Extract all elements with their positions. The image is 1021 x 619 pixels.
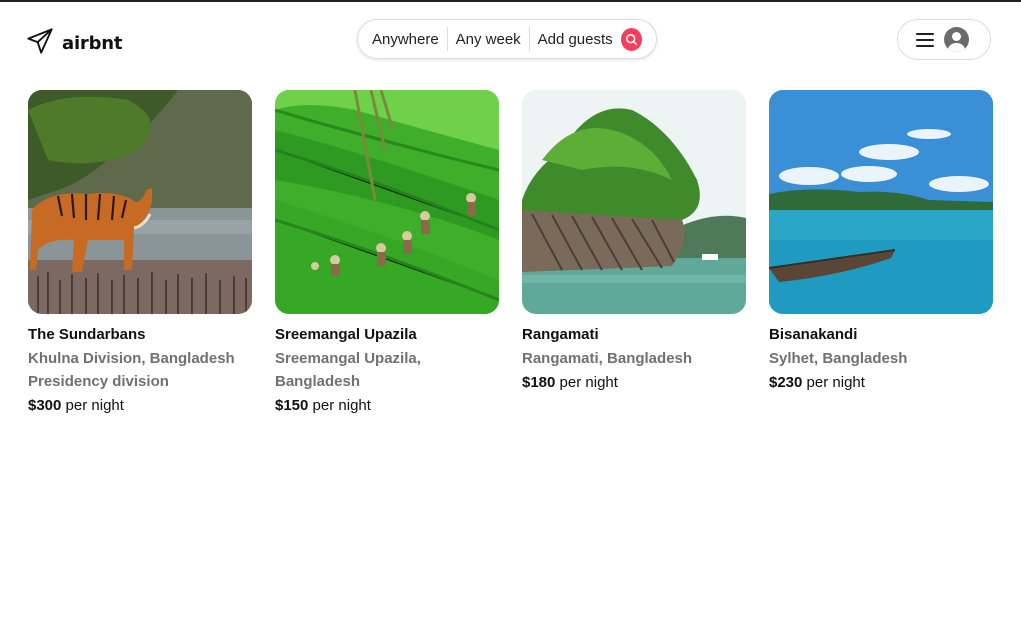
listing-location: Sreemangal Upazila, Bangladesh — [275, 350, 421, 390]
search-bar[interactable]: Anywhere Any week Add guests — [357, 19, 657, 59]
search-location[interactable]: Anywhere — [372, 31, 439, 48]
search-dates[interactable]: Any week — [456, 31, 521, 48]
listing-grid: The Sundarbans Khulna Division, Banglade… — [28, 90, 993, 416]
listing-card[interactable]: Bisanakandi Sylhet, Bangladesh $230 per … — [769, 90, 993, 416]
listing-price-unit: per night — [312, 397, 371, 414]
tea-garden-pickers-image[interactable] — [275, 90, 499, 314]
listing-price: $230 — [769, 374, 803, 391]
listing-location: Rangamati, Bangladesh — [522, 350, 693, 367]
listing-card[interactable]: Rangamati Rangamati, Bangladesh $180 per… — [522, 90, 746, 416]
listing-title: The Sundarbans — [28, 326, 146, 343]
listing-price-line: $180 per night — [522, 373, 746, 393]
river-boat-image[interactable] — [769, 90, 993, 314]
listing-location: Khulna Division, Bangladesh Presidency d… — [28, 350, 235, 390]
listing-title: Bisanakandi — [769, 326, 858, 343]
listing-price: $300 — [28, 397, 62, 414]
tiger-in-mangrove-image[interactable] — [28, 90, 252, 314]
listing-price-unit: per night — [559, 374, 618, 391]
brand-logo[interactable]: airbnt — [26, 27, 123, 60]
listing-price-unit: per night — [65, 397, 124, 414]
listing-title: Rangamati — [522, 326, 599, 343]
listing-price-line: $300 per night — [28, 396, 252, 416]
listing-price: $180 — [522, 374, 556, 391]
search-guests[interactable]: Add guests — [538, 31, 613, 48]
search-divider — [446, 27, 448, 51]
paper-plane-icon — [26, 27, 54, 60]
user-menu-button[interactable] — [897, 19, 991, 60]
listing-price-line: $150 per night — [275, 396, 499, 416]
listing-price-unit: per night — [806, 374, 865, 391]
listing-title: Sreemangal Upazila — [275, 326, 417, 343]
header: airbnt Anywhere Any week Add guests — [0, 2, 1021, 78]
listing-card[interactable]: The Sundarbans Khulna Division, Banglade… — [28, 90, 252, 416]
lake-cliff-image[interactable] — [522, 90, 746, 314]
listing-price: $150 — [275, 397, 309, 414]
search-button[interactable] — [620, 27, 642, 51]
listing-location: Sylhet, Bangladesh — [769, 350, 908, 367]
listing-card[interactable]: Sreemangal Upazila Sreemangal Upazila, B… — [275, 90, 499, 416]
brand-name: airbnt — [62, 33, 123, 54]
hamburger-icon — [916, 32, 934, 48]
user-avatar-icon — [944, 27, 969, 52]
search-divider — [528, 27, 530, 51]
search-icon — [625, 33, 637, 45]
listing-price-line: $230 per night — [769, 373, 993, 393]
